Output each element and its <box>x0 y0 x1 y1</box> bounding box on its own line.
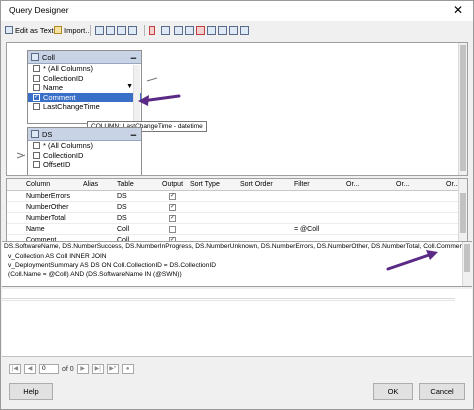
record-number-input[interactable]: 0 <box>39 364 59 374</box>
grid-row[interactable]: Name Coll = @Coll <box>7 224 460 235</box>
diagram-scrollbar[interactable] <box>458 43 467 175</box>
output-checkbox-checked[interactable]: ✓ <box>169 193 176 200</box>
result-pane-icon[interactable] <box>128 25 137 35</box>
cell-column[interactable]: Name <box>26 226 45 233</box>
previous-record-icon[interactable]: ◀ <box>24 364 36 374</box>
record-navigator: |◀ ◀ 0 of 0 ▶ ▶| ▶* ● <box>9 363 134 375</box>
cancel-button[interactable]: Cancel <box>419 383 465 400</box>
output-checkbox-checked[interactable]: ✓ <box>169 215 176 222</box>
help-button[interactable]: Help <box>9 383 53 400</box>
grid-pane-icon[interactable] <box>106 25 115 35</box>
header-filter: Filter <box>294 181 310 188</box>
verify-sql-icon[interactable] <box>161 25 170 35</box>
import-button[interactable]: Import... <box>54 24 92 36</box>
edit-text-icon <box>5 26 13 34</box>
window-title: Query Designer <box>9 5 69 15</box>
remove-filter-icon[interactable] <box>196 25 205 35</box>
diagram-pane-icon[interactable] <box>95 25 104 35</box>
filter-icon[interactable] <box>207 25 216 35</box>
pane-toggle-group <box>95 24 137 36</box>
title-bar: Query Designer ✕ <box>1 1 473 21</box>
new-record-icon[interactable]: ▶* <box>106 364 119 374</box>
cell-table[interactable]: Coll <box>117 226 129 233</box>
toolbar: Edit as Text Import... <box>1 21 473 39</box>
results-divider <box>2 300 455 301</box>
results-pane[interactable] <box>2 289 472 357</box>
cell-table[interactable]: DS <box>117 215 127 222</box>
edit-as-text-button[interactable]: Edit as Text <box>5 24 54 36</box>
sql-pane[interactable]: DS.SoftwareName, DS.NumberSuccess, DS.Nu… <box>2 241 472 287</box>
join-line <box>16 152 26 159</box>
cell-column[interactable]: NumberErrors <box>26 193 70 200</box>
group-by-icon[interactable] <box>218 25 227 35</box>
sort-ascending-icon[interactable] <box>174 25 183 35</box>
header-sort-order: Sort Order <box>240 181 273 188</box>
sql-scrollbar[interactable] <box>462 242 472 286</box>
action-group <box>149 24 249 36</box>
annotation-arrowhead <box>138 95 149 106</box>
grid-header: Column Alias Table Output Sort Type Sort… <box>7 179 460 191</box>
edit-as-text-label: Edit as Text <box>15 25 54 35</box>
header-table: Table <box>117 181 134 188</box>
scroll-thumb[interactable] <box>460 193 466 233</box>
annotation-arrow-overlay <box>386 250 438 271</box>
header-or: Or... <box>396 181 410 188</box>
grid-row[interactable]: NumberOther DS ✓ <box>7 202 460 213</box>
add-new-derived-table-icon[interactable] <box>240 25 249 35</box>
add-table-icon[interactable] <box>229 25 238 35</box>
annotation-arrow-overlay <box>16 77 181 159</box>
join-line <box>146 77 158 82</box>
folder-icon <box>54 26 62 34</box>
grid-row[interactable]: NumberTotal DS ✓ <box>7 213 460 224</box>
grid-row[interactable]: NumberErrors DS ✓ <box>7 191 460 202</box>
cell-filter[interactable]: = @Coll <box>294 226 319 233</box>
query-designer-window: Query Designer ✕ Edit as Text Import... <box>0 0 474 410</box>
ok-button[interactable]: OK <box>373 383 413 400</box>
annotation-arrow <box>386 252 434 271</box>
stop-icon[interactable]: ● <box>121 364 134 374</box>
last-record-icon[interactable]: ▶| <box>91 364 104 374</box>
toolbar-separator <box>144 25 145 36</box>
import-label: Import... <box>64 25 92 35</box>
next-record-icon[interactable]: ▶ <box>76 364 89 374</box>
first-record-icon[interactable]: |◀ <box>9 364 21 374</box>
close-icon[interactable]: ✕ <box>443 1 473 21</box>
scroll-thumb[interactable] <box>464 244 470 272</box>
output-checkbox-checked[interactable]: ✓ <box>169 204 176 211</box>
output-checkbox[interactable] <box>169 226 176 233</box>
results-header-row <box>2 291 455 299</box>
header-or: Or... <box>346 181 360 188</box>
cell-table[interactable]: DS <box>117 204 127 211</box>
sort-descending-icon[interactable] <box>185 25 194 35</box>
cell-column[interactable]: NumberTotal <box>26 215 66 222</box>
cell-column[interactable]: NumberOther <box>26 204 68 211</box>
header-column: Column <box>26 181 51 188</box>
header-alias: Alias <box>83 181 99 188</box>
toolbar-separator <box>90 25 91 36</box>
cell-table[interactable]: DS <box>117 193 127 200</box>
sql-pane-icon[interactable] <box>117 25 126 35</box>
run-icon[interactable] <box>149 25 155 35</box>
record-count-label: of 0 <box>62 365 74 373</box>
header-sort-type: Sort Type <box>190 181 220 188</box>
diagram-pane[interactable]: Coll ▁ * (All Columns) CollectionID Name… <box>6 42 468 176</box>
header-output: Output <box>162 181 184 188</box>
scroll-thumb[interactable] <box>460 45 466 171</box>
